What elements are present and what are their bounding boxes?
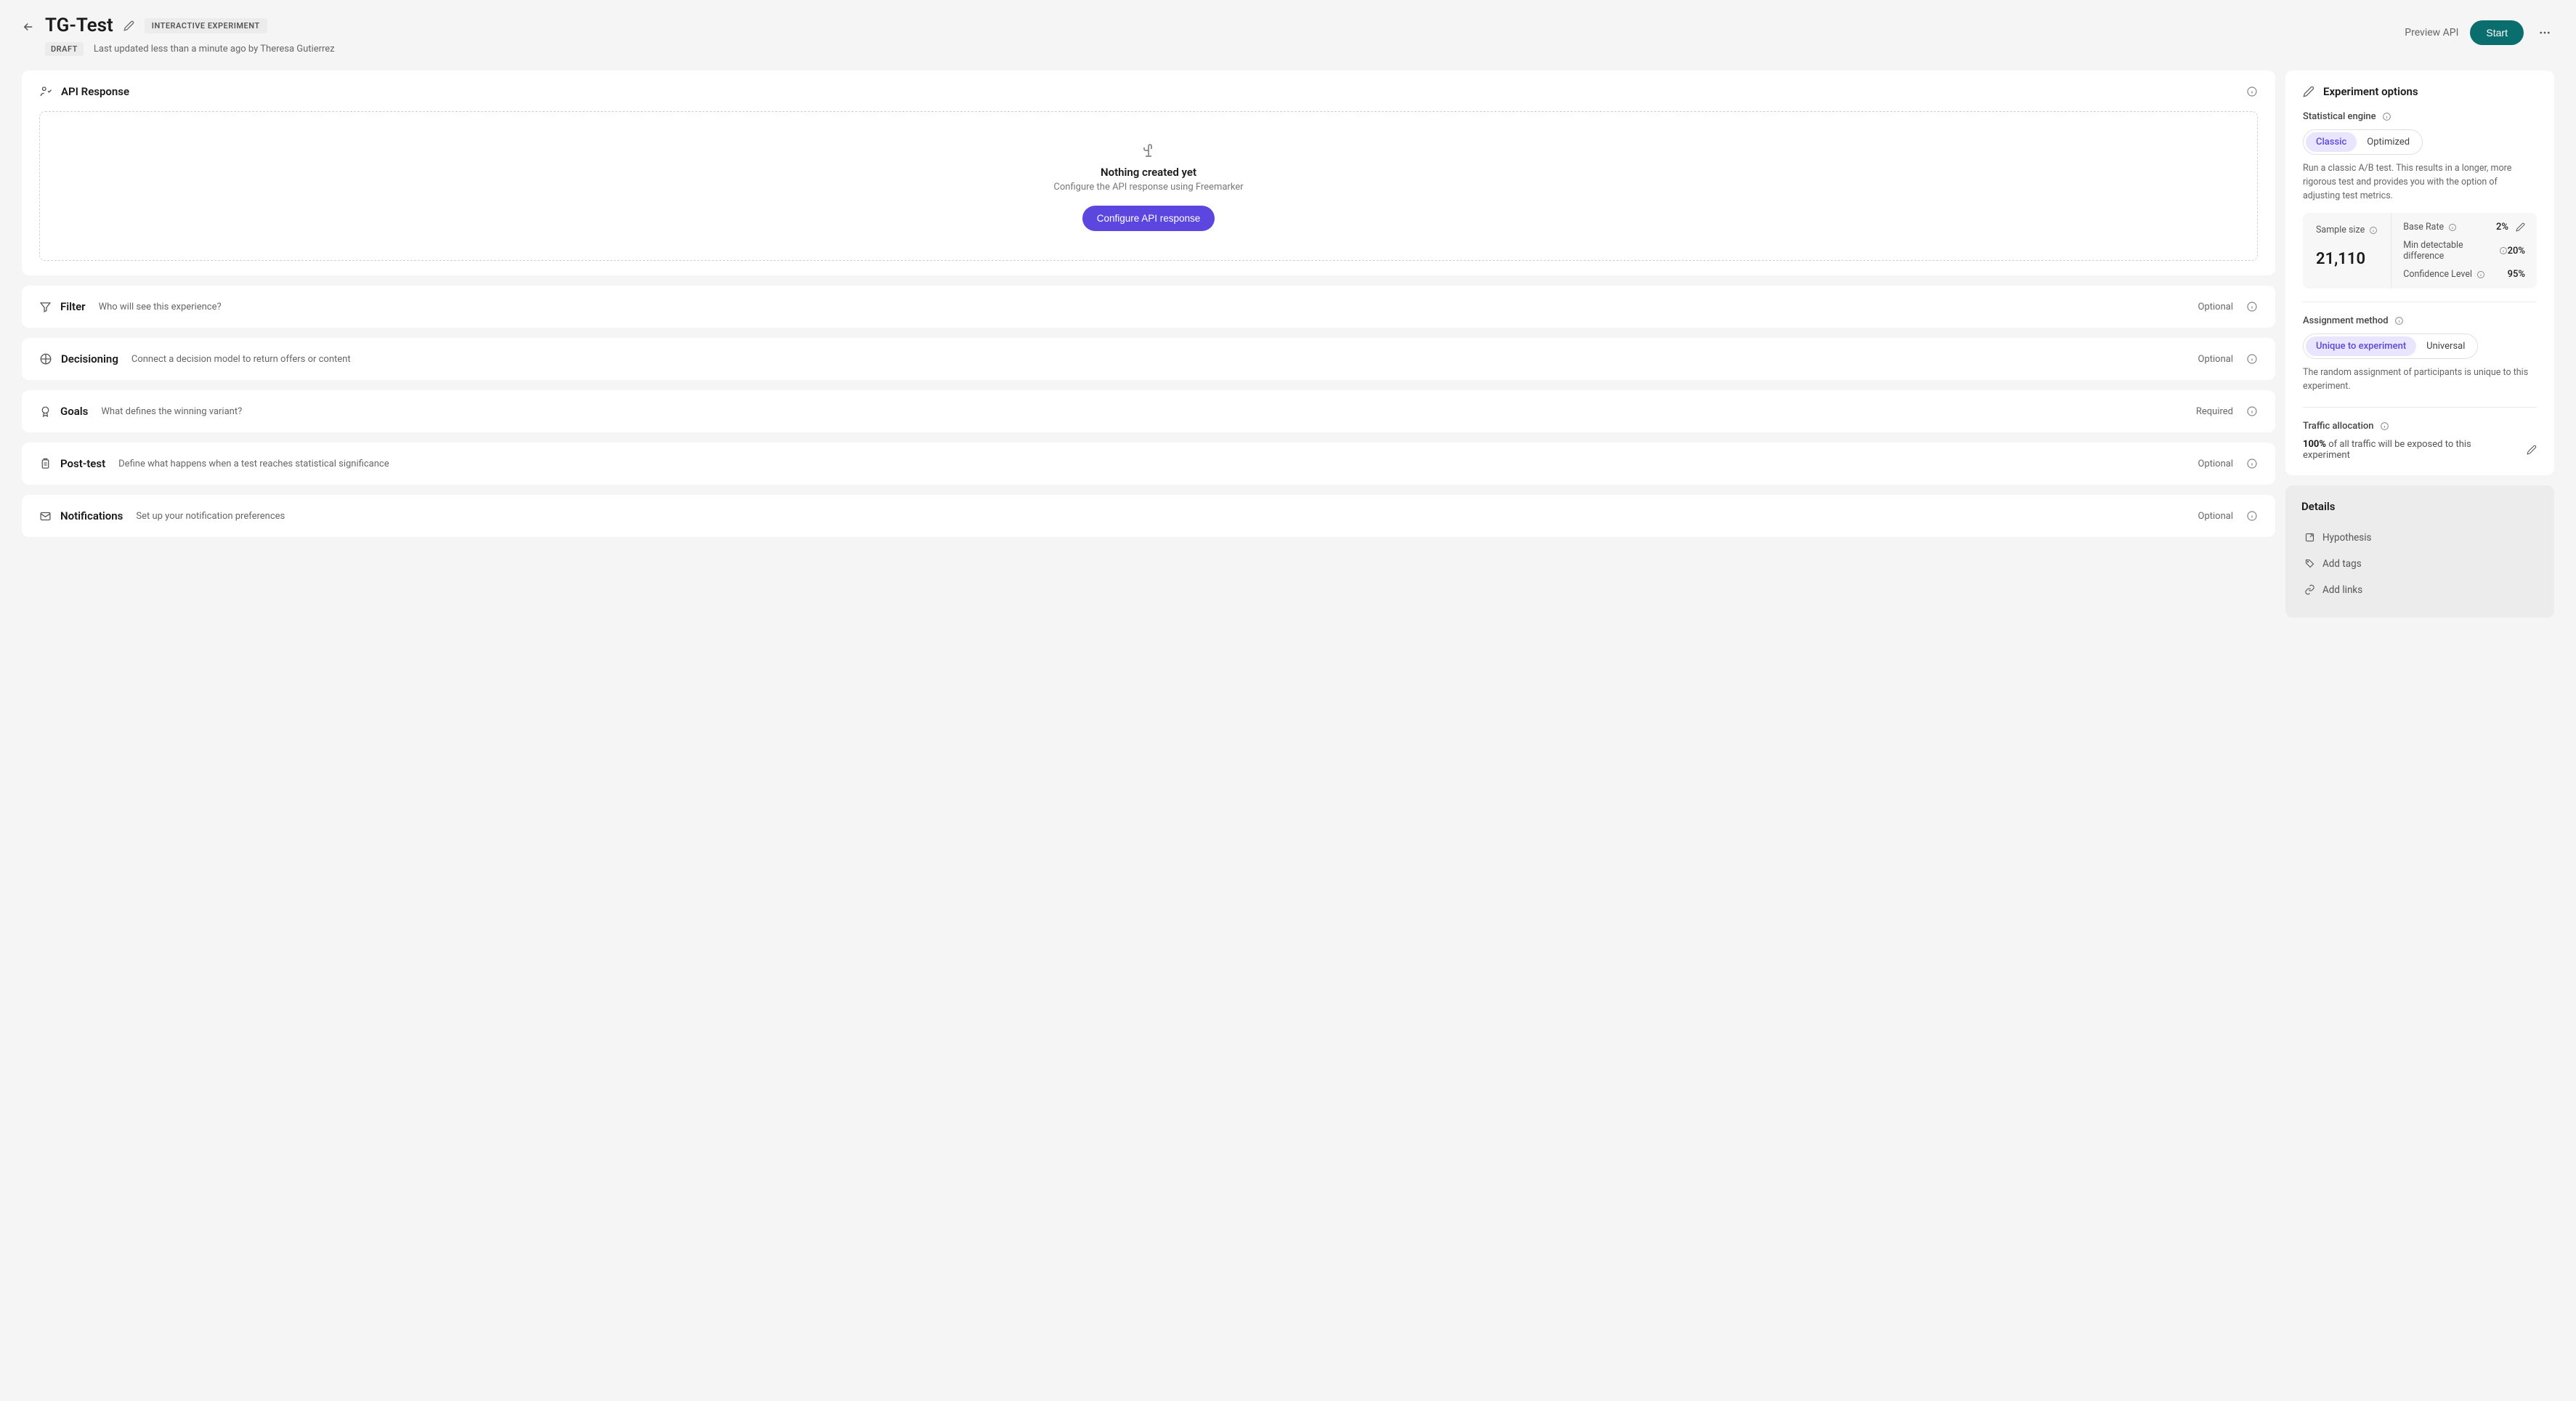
decisioning-subtitle: Connect a decision model to return offer… <box>131 354 351 365</box>
universal-option[interactable]: Universal <box>2416 336 2475 356</box>
edit-traffic-icon[interactable] <box>2527 445 2537 455</box>
experiment-options-title: Experiment options <box>2323 85 2418 98</box>
notifications-status: Optional <box>2198 511 2233 522</box>
tag-icon <box>2304 558 2315 569</box>
decisioning-status: Optional <box>2198 354 2233 365</box>
posttest-status: Optional <box>2198 459 2233 469</box>
add-tags-item[interactable]: Add tags <box>2301 551 2538 577</box>
info-icon[interactable] <box>2382 112 2391 121</box>
optimized-option[interactable]: Optimized <box>2357 132 2420 152</box>
api-response-empty-state: Nothing created yet Configure the API re… <box>39 111 2258 261</box>
notifications-title: Notifications <box>60 509 123 522</box>
info-icon[interactable] <box>2394 316 2404 326</box>
hypothesis-icon <box>2304 532 2315 543</box>
experiment-options-card: Experiment options Statistical engine Cl… <box>2285 70 2554 475</box>
goals-title: Goals <box>60 405 88 418</box>
details-card: Details Hypothesis Add tags Add links <box>2285 485 2554 618</box>
info-icon[interactable] <box>2246 301 2258 312</box>
posttest-subtitle: Define what happens when a test reaches … <box>118 459 389 469</box>
details-title: Details <box>2301 500 2538 513</box>
info-icon[interactable] <box>2246 458 2258 469</box>
link-icon <box>2304 584 2315 595</box>
decisioning-card[interactable]: Decisioning Connect a decision model to … <box>22 338 2275 380</box>
confidence-value: 95% <box>2508 269 2525 280</box>
assignment-method-toggle: Unique to experiment Universal <box>2303 334 2478 359</box>
traffic-text: 100% of all traffic will be exposed to t… <box>2303 439 2519 461</box>
empty-state-title: Nothing created yet <box>54 166 2243 179</box>
start-button[interactable]: Start <box>2470 20 2524 45</box>
sample-size-value: 21,110 <box>2316 250 2378 268</box>
classic-option[interactable]: Classic <box>2306 132 2357 152</box>
add-links-label: Add links <box>2322 584 2362 596</box>
edit-title-icon[interactable] <box>123 20 134 31</box>
more-menu-icon[interactable] <box>2535 23 2554 42</box>
filter-title: Filter <box>60 300 86 313</box>
notifications-card[interactable]: Notifications Set up your notification p… <box>22 495 2275 537</box>
mdd-value: 20% <box>2508 246 2525 257</box>
info-icon[interactable] <box>2380 421 2389 431</box>
add-links-item[interactable]: Add links <box>2301 577 2538 603</box>
configure-api-response-button[interactable]: Configure API response <box>1082 206 1215 231</box>
notifications-subtitle: Set up your notification preferences <box>136 511 285 522</box>
base-rate-value: 2% <box>2496 222 2508 233</box>
statistical-engine-toggle: Classic Optimized <box>2303 129 2423 155</box>
decisioning-icon <box>39 352 52 366</box>
confidence-label: Confidence Level <box>2403 269 2472 280</box>
traffic-rest: of all traffic will be exposed to this e… <box>2303 439 2471 461</box>
hypothesis-item[interactable]: Hypothesis <box>2301 525 2538 551</box>
traffic-percent: 100% <box>2303 439 2326 450</box>
info-icon[interactable] <box>2476 270 2485 279</box>
last-updated-text: Last updated less than a minute ago by T… <box>94 44 335 54</box>
page-title: TG-Test <box>45 15 113 36</box>
sample-size-label: Sample size <box>2316 225 2365 235</box>
info-icon[interactable] <box>2246 353 2258 365</box>
posttest-card[interactable]: Post-test Define what happens when a tes… <box>22 443 2275 485</box>
base-rate-label: Base Rate <box>2403 222 2444 233</box>
filter-card[interactable]: Filter Who will see this experience? Opt… <box>22 286 2275 328</box>
api-response-card: API Response Nothing created yet Configu… <box>22 70 2275 275</box>
notifications-icon <box>39 510 52 522</box>
filter-subtitle: Who will see this experience? <box>99 302 222 312</box>
filter-status: Optional <box>2198 302 2233 312</box>
assignment-help: The random assignment of participants is… <box>2303 366 2537 394</box>
stat-engine-help: Run a classic A/B test. This results in … <box>2303 162 2537 203</box>
statistical-engine-label: Statistical engine <box>2303 111 2376 122</box>
goals-status: Required <box>2196 406 2233 417</box>
api-response-title: API Response <box>61 85 129 98</box>
assignment-method-label: Assignment method <box>2303 315 2389 326</box>
posttest-title: Post-test <box>60 457 105 470</box>
info-icon[interactable] <box>2246 405 2258 417</box>
unique-option[interactable]: Unique to experiment <box>2306 336 2416 356</box>
info-icon[interactable] <box>2499 246 2508 255</box>
info-icon[interactable] <box>2448 223 2457 232</box>
info-icon[interactable] <box>2369 226 2378 235</box>
experiment-options-icon <box>2303 86 2314 97</box>
posttest-icon <box>39 458 52 470</box>
filter-icon <box>39 301 52 313</box>
sample-size-box: Sample size 21,110 Base Rate <box>2303 213 2537 288</box>
edit-metrics-icon[interactable] <box>2516 222 2525 232</box>
interactive-experiment-badge: INTERACTIVE EXPERIMENT <box>145 18 267 33</box>
back-icon[interactable] <box>22 20 35 33</box>
empty-state-subtitle: Configure the API response using Freemar… <box>54 182 2243 193</box>
add-tags-label: Add tags <box>2322 558 2362 570</box>
cactus-icon <box>54 141 2243 158</box>
hypothesis-label: Hypothesis <box>2322 532 2372 544</box>
mdd-label: Min detectable difference <box>2403 240 2494 262</box>
info-icon[interactable] <box>2246 510 2258 522</box>
preview-api-link[interactable]: Preview API <box>2405 27 2458 39</box>
api-response-icon <box>39 85 52 98</box>
traffic-allocation-label: Traffic allocation <box>2303 421 2374 432</box>
goals-subtitle: What defines the winning variant? <box>101 406 242 417</box>
goals-card[interactable]: Goals What defines the winning variant? … <box>22 390 2275 432</box>
draft-badge: DRAFT <box>45 42 84 56</box>
info-icon[interactable] <box>2246 86 2258 97</box>
decisioning-title: Decisioning <box>61 352 118 366</box>
goals-icon <box>39 405 52 418</box>
